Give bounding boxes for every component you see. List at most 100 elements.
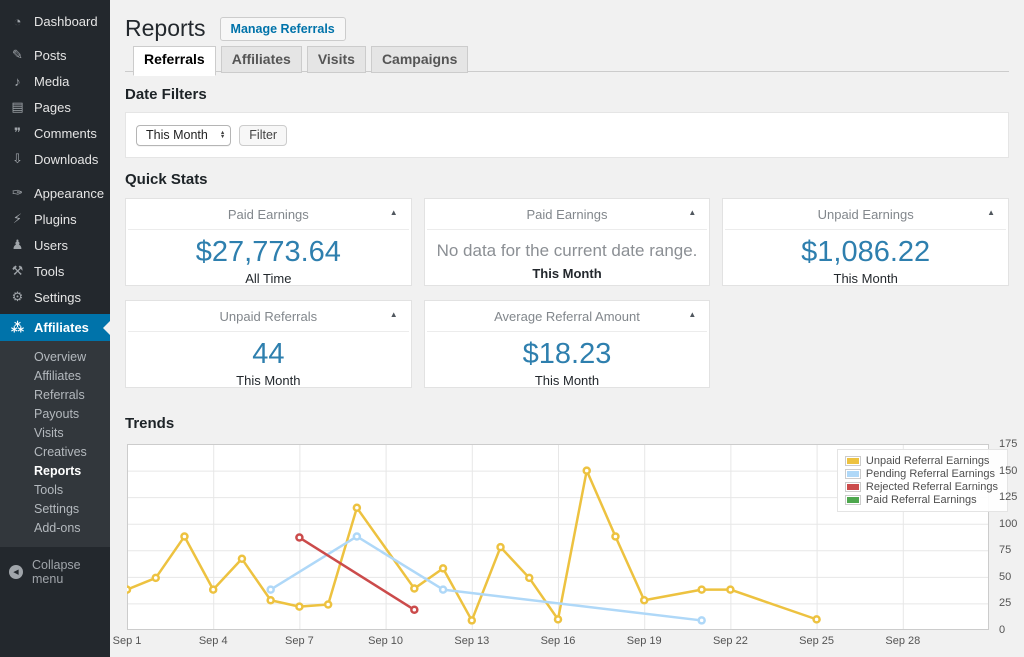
submenu-item-reports[interactable]: Reports bbox=[0, 462, 110, 481]
stat-card-no-data-message: No data for the current date range. bbox=[436, 241, 698, 260]
stat-card-title: Unpaid Referrals bbox=[219, 309, 318, 324]
submenu-item-visits[interactable]: Visits bbox=[0, 424, 110, 443]
collapse-icon: ◀ bbox=[9, 565, 23, 579]
affiliates-submenu: Overview Affiliates Referrals Payouts Vi… bbox=[0, 341, 110, 547]
main-content: Reports Manage Referrals Referrals Affili… bbox=[110, 0, 1024, 656]
sidebar-item-label: Comments bbox=[34, 125, 97, 141]
users-icon: ♟ bbox=[11, 237, 24, 252]
stat-card-paid-earnings-all-time: Paid Earnings ▲ $27,773.64 All Time bbox=[125, 198, 412, 286]
date-filters-heading: Date Filters bbox=[125, 86, 207, 103]
stat-card-value: $1,086.22 bbox=[801, 236, 931, 268]
legend-label: Rejected Referral Earnings bbox=[865, 481, 998, 493]
submenu-item-referrals[interactable]: Referrals bbox=[0, 386, 110, 405]
chart-x-axis: Sep 1 Sep 4 Sep 7 Sep 10 Sep 13 Sep 16 Sep 19 S… bbox=[113, 635, 989, 653]
page-title: Reports bbox=[125, 15, 206, 41]
x-axis-tick-label: Sep 25 bbox=[799, 635, 835, 647]
stat-card-paid-earnings-month: Paid Earnings ▲ No data for the current d… bbox=[423, 198, 711, 286]
tab-visits[interactable]: Visits bbox=[306, 46, 366, 73]
submenu-item-affiliates[interactable]: Affiliates bbox=[0, 367, 110, 386]
filter-button[interactable]: Filter bbox=[239, 124, 288, 146]
stat-card-title: Paid Earnings bbox=[227, 207, 309, 222]
comments-icon: ❞ bbox=[14, 125, 21, 140]
card-toggle-icon[interactable]: ▲ bbox=[987, 208, 995, 217]
sidebar-item-label: Tools bbox=[34, 263, 65, 279]
collapse-menu-button[interactable]: ◀ Collapse menu bbox=[0, 558, 110, 586]
y-axis-tick-label: 175 bbox=[999, 438, 1018, 450]
x-axis-tick-label: Sep 1 bbox=[112, 635, 142, 647]
legend-item-unpaid: Unpaid Referral Earnings bbox=[844, 455, 998, 467]
legend-label: Unpaid Referral Earnings bbox=[865, 455, 990, 467]
dashboard-icon: ◔ bbox=[13, 13, 22, 29]
card-toggle-icon[interactable]: ▲ bbox=[390, 208, 398, 217]
sidebar-item-plugins[interactable]: ⚡ Plugins bbox=[0, 206, 110, 232]
stat-card-title: Paid Earnings bbox=[526, 207, 608, 222]
sidebar-item-label: Posts bbox=[34, 47, 67, 63]
admin-sidebar: ◔ Dashboard ✎ Posts ♪ Media ▤ Pages ❞ Comment… bbox=[0, 0, 110, 657]
card-toggle-icon[interactable]: ▲ bbox=[688, 208, 696, 217]
x-axis-tick-label: Sep 7 bbox=[285, 635, 314, 647]
chart-legend: Unpaid Referral Earnings Pending Referra… bbox=[836, 449, 1008, 512]
card-toggle-icon[interactable]: ▲ bbox=[390, 310, 398, 319]
date-filter-panel: This Month ▲ ▼ Filter bbox=[125, 112, 1009, 158]
legend-item-pending: Pending Referral Earnings bbox=[844, 468, 998, 480]
submenu-item-settings[interactable]: Settings bbox=[0, 500, 110, 519]
legend-swatch-rejected-icon bbox=[844, 482, 861, 492]
stat-card-value: $18.23 bbox=[522, 338, 612, 370]
sidebar-item-settings[interactable]: ⚙ Settings bbox=[0, 284, 110, 310]
stat-card-period: This Month bbox=[532, 266, 602, 281]
date-range-select[interactable]: This Month ▲ ▼ bbox=[136, 124, 232, 146]
sidebar-item-label: Pages bbox=[34, 99, 71, 115]
stat-card-unpaid-earnings: Unpaid Earnings ▲ $1,086.22 This Month bbox=[722, 198, 1009, 286]
manage-referrals-button[interactable]: Manage Referrals bbox=[219, 16, 346, 41]
stat-card-period: This Month bbox=[833, 271, 898, 286]
legend-swatch-paid-icon bbox=[844, 495, 861, 505]
plugins-icon: ⚡ bbox=[12, 211, 23, 226]
sidebar-item-tools[interactable]: ⚒ Tools bbox=[0, 258, 110, 284]
submenu-item-addons[interactable]: Add-ons bbox=[0, 519, 110, 538]
y-axis-tick-label: 25 bbox=[999, 597, 1012, 610]
media-icon: ♪ bbox=[14, 73, 21, 89]
x-axis-tick-label: Sep 13 bbox=[454, 635, 490, 647]
affiliates-icon: ⁂ bbox=[10, 319, 25, 335]
sidebar-item-label: Affiliates bbox=[34, 320, 89, 335]
submenu-item-overview[interactable]: Overview bbox=[0, 348, 110, 367]
sidebar-item-pages[interactable]: ▤ Pages bbox=[0, 94, 110, 120]
stat-card-value: $27,773.64 bbox=[195, 236, 341, 268]
sidebar-item-dashboard[interactable]: ◔ Dashboard bbox=[0, 8, 110, 34]
x-axis-tick-label: Sep 22 bbox=[712, 635, 748, 647]
posts-icon: ✎ bbox=[12, 47, 23, 62]
legend-label: Pending Referral Earnings bbox=[865, 468, 995, 480]
pages-icon: ▤ bbox=[11, 99, 24, 114]
report-tabs: Referrals Affiliates Visits Campaigns bbox=[125, 46, 1009, 76]
downloads-icon: ⇩ bbox=[12, 151, 23, 166]
tab-affiliates[interactable]: Affiliates bbox=[220, 46, 302, 73]
y-axis-tick-label: 150 bbox=[999, 464, 1018, 477]
submenu-item-creatives[interactable]: Creatives bbox=[0, 443, 110, 462]
x-axis-tick-label: Sep 19 bbox=[626, 635, 662, 647]
date-range-selected-value: This Month bbox=[146, 128, 208, 142]
collapse-menu-label: Collapse menu bbox=[32, 558, 81, 586]
sidebar-item-affiliates[interactable]: ⁂ Affiliates bbox=[0, 314, 110, 341]
sidebar-item-users[interactable]: ♟ Users bbox=[0, 232, 110, 258]
y-axis-tick-label: 75 bbox=[999, 544, 1012, 557]
sidebar-item-downloads[interactable]: ⇩ Downloads bbox=[0, 146, 110, 172]
card-toggle-icon[interactable]: ▲ bbox=[688, 310, 696, 319]
tools-icon: ⚒ bbox=[11, 263, 24, 278]
sidebar-item-appearance[interactable]: ✑ Appearance bbox=[0, 180, 110, 206]
legend-item-paid: Paid Referral Earnings bbox=[844, 494, 998, 506]
submenu-item-tools[interactable]: Tools bbox=[0, 481, 110, 500]
tab-campaigns[interactable]: Campaigns bbox=[370, 46, 469, 73]
stat-card-period: This Month bbox=[534, 373, 600, 388]
quick-stats-heading: Quick Stats bbox=[125, 171, 208, 188]
sidebar-item-posts[interactable]: ✎ Posts bbox=[0, 42, 110, 68]
sidebar-item-media[interactable]: ♪ Media bbox=[0, 68, 110, 94]
stat-card-period: This Month bbox=[236, 373, 301, 388]
appearance-icon: ✑ bbox=[12, 185, 23, 200]
y-axis-tick-label: 125 bbox=[999, 491, 1018, 504]
y-axis-tick-label: 100 bbox=[999, 517, 1018, 530]
submenu-item-payouts[interactable]: Payouts bbox=[0, 405, 110, 424]
sidebar-item-label: Media bbox=[34, 73, 70, 89]
legend-item-rejected: Rejected Referral Earnings bbox=[844, 481, 998, 493]
tab-referrals[interactable]: Referrals bbox=[133, 46, 216, 76]
sidebar-item-comments[interactable]: ❞ Comments bbox=[0, 120, 110, 146]
